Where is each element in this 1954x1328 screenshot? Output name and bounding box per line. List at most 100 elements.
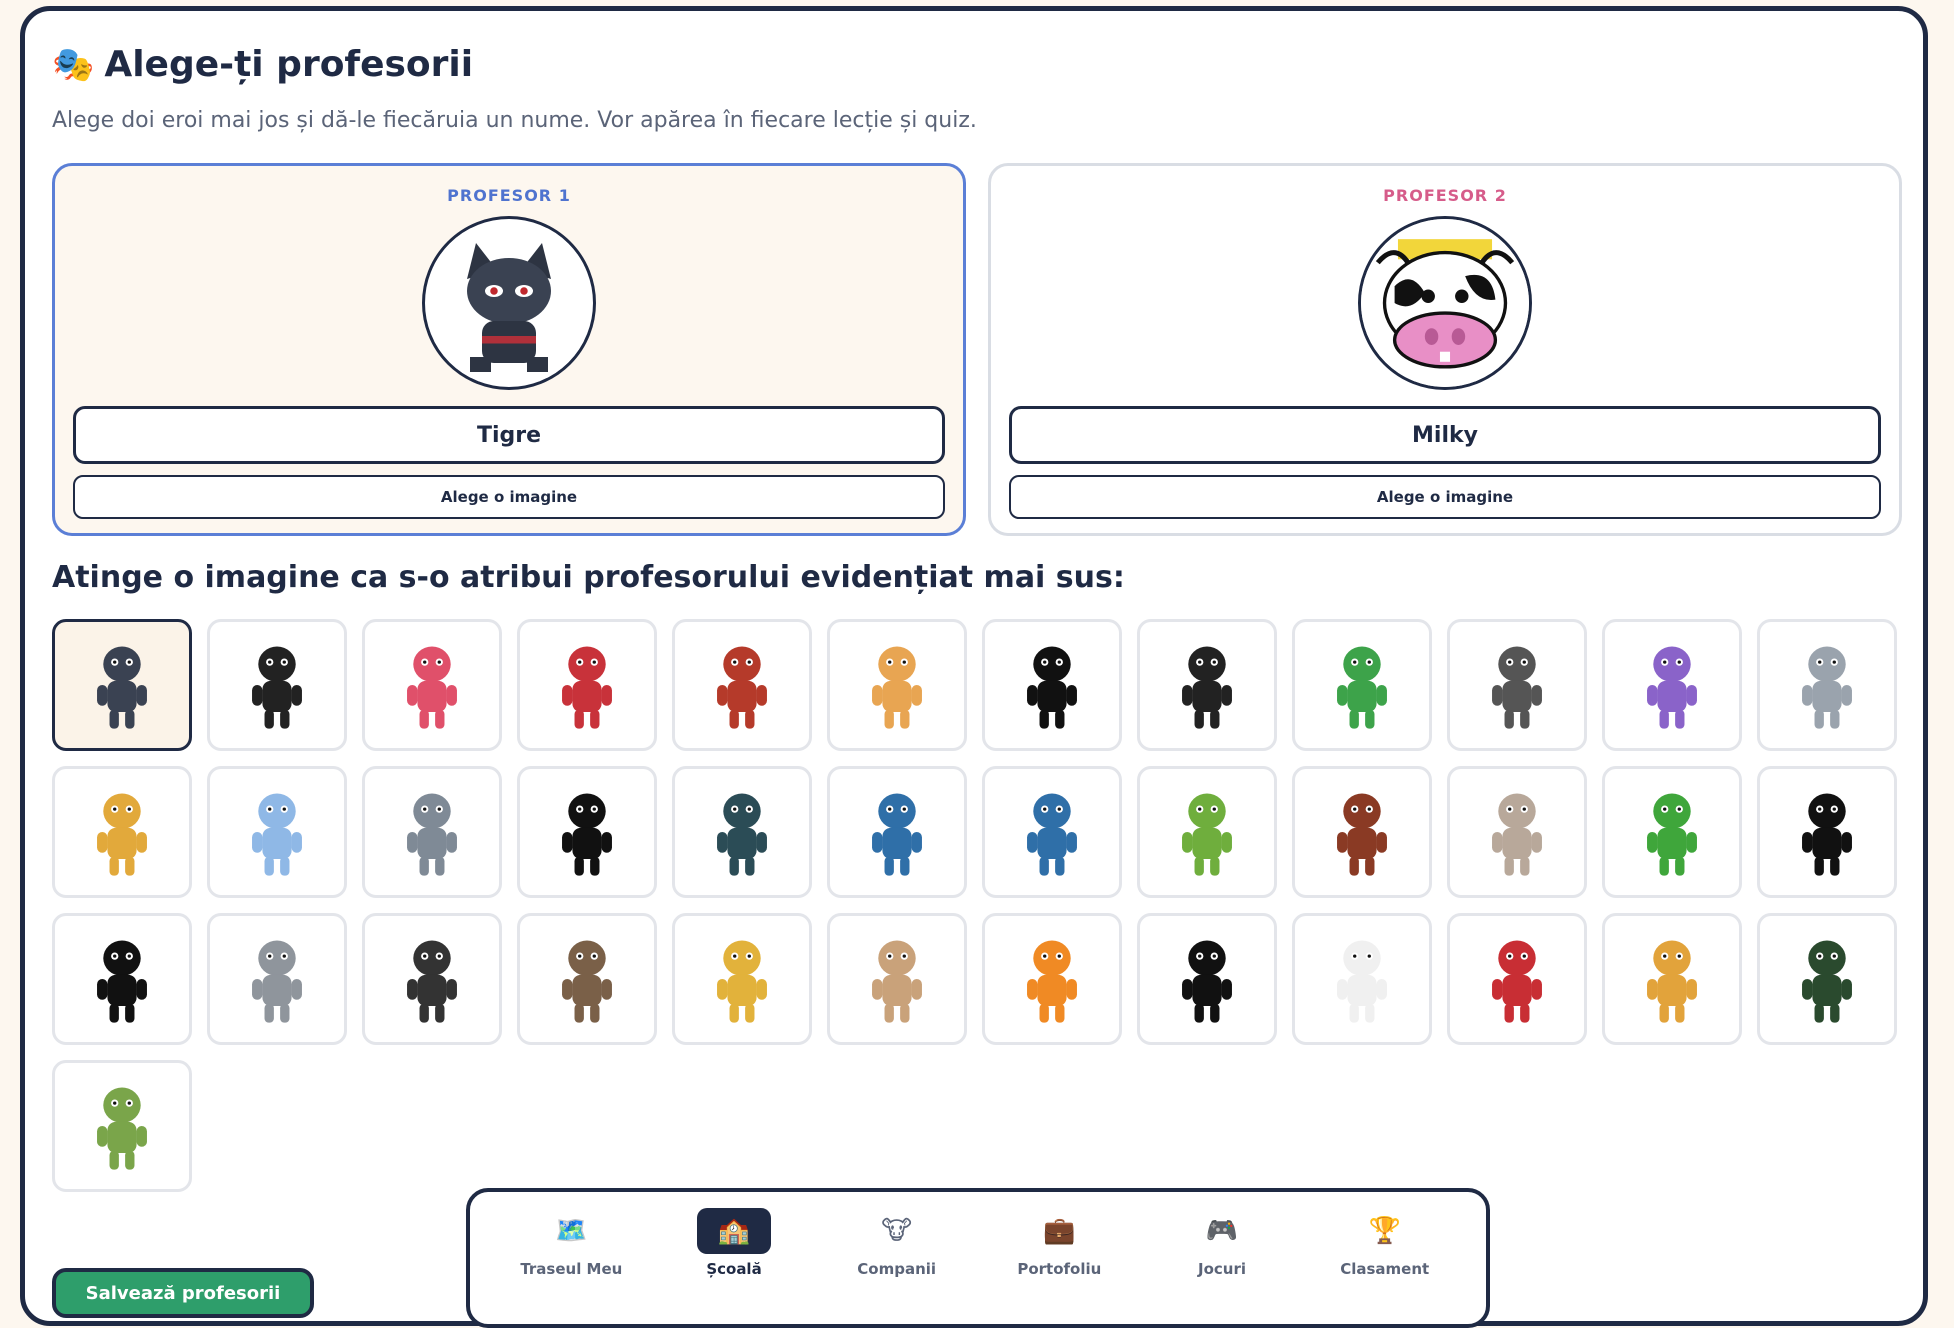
teacher-1-avatar[interactable] <box>422 216 596 390</box>
teacher-card-2[interactable]: PROFESOR 2 Alege o imagine <box>988 163 1902 536</box>
nav-icon-4: 🎮 <box>1205 1216 1239 1246</box>
character-grid <box>52 619 1904 1192</box>
bear-footballer-icon <box>562 646 612 729</box>
teacher-2-avatar[interactable] <box>1358 216 1532 390</box>
teacher-1-pick-image-button[interactable]: Alege o imagine <box>73 475 945 519</box>
character-tile-blue-elephant[interactable] <box>207 766 347 898</box>
nav-icon-0: 🗺️ <box>555 1216 588 1246</box>
ninja-cat-icon <box>97 646 147 729</box>
character-tile-sombrero-dog[interactable] <box>1292 913 1432 1045</box>
nav-label-3: Portofoliu <box>1017 1260 1102 1278</box>
blue-elephant-icon <box>252 793 302 876</box>
nav-icon-1: 🏫 <box>697 1208 771 1254</box>
teacher-2-name-input[interactable] <box>1009 406 1881 464</box>
pink-blob-monster-icon <box>407 646 457 729</box>
character-tile-blue-whale-monster[interactable] <box>827 766 967 898</box>
green-monster-icon <box>1647 793 1697 876</box>
page-title-text: Alege-ți profesorii <box>104 44 474 85</box>
rhino-icon <box>252 940 302 1023</box>
character-tile-sloth-footballer[interactable] <box>672 913 812 1045</box>
nav-item-4[interactable]: 🎮 Jocuri <box>1141 1192 1304 1324</box>
dark-helmet-knight-icon <box>1182 646 1232 729</box>
frog-icon <box>1182 793 1232 876</box>
character-tile-angler-fish[interactable] <box>982 766 1122 898</box>
character-tile-gorilla-gunman[interactable] <box>207 619 347 751</box>
character-tile-weightlifter[interactable] <box>1137 913 1277 1045</box>
bull-footballer-icon <box>717 646 767 729</box>
character-tile-gorilla-rose[interactable] <box>1447 619 1587 751</box>
grim-reaper-icon <box>97 940 147 1023</box>
yeti-icon <box>1492 793 1542 876</box>
teacher-card-1[interactable]: PROFESOR 1 Alege o imagine <box>52 163 966 536</box>
character-tile-bear-footballer[interactable] <box>517 619 657 751</box>
pug-footballer-icon <box>1492 940 1542 1023</box>
character-tile-sloth[interactable] <box>517 913 657 1045</box>
character-tile-rhino[interactable] <box>207 913 347 1045</box>
nav-icon-2: 🐮 <box>881 1216 913 1246</box>
character-tile-penguin-shark-hood[interactable] <box>1757 619 1897 751</box>
character-tile-bull-footballer[interactable] <box>672 619 812 751</box>
nav-label-1: Școală <box>706 1260 762 1278</box>
nav-label-5: Clasament <box>1340 1260 1430 1278</box>
nav-item-1[interactable]: 🏫 Școală <box>653 1192 816 1324</box>
character-tile-basketball-gorilla[interactable] <box>1292 766 1432 898</box>
cow-icon <box>1027 646 1077 729</box>
theater-masks-icon: 🎭 <box>52 44 95 85</box>
character-tile-karate-sloth[interactable] <box>827 913 967 1045</box>
character-tile-green-dinosaur[interactable] <box>1292 619 1432 751</box>
teacher-2-pick-image-button[interactable]: Alege o imagine <box>1009 475 1881 519</box>
skeleton-icon <box>407 940 457 1023</box>
elephant-footballer-icon <box>407 793 457 876</box>
character-tile-pink-blob-monster[interactable] <box>362 619 502 751</box>
teacher-1-label: PROFESOR 1 <box>447 186 571 205</box>
nav-label-2: Companii <box>857 1260 937 1278</box>
basketball-gorilla-icon <box>1337 793 1387 876</box>
character-tile-green-monster[interactable] <box>1602 766 1742 898</box>
character-tile-skeleton[interactable] <box>362 913 502 1045</box>
sloth-icon <box>562 940 612 1023</box>
character-tile-cow[interactable] <box>982 619 1122 751</box>
save-teachers-button[interactable]: Salvează profesorii <box>52 1268 314 1318</box>
character-tile-dark-helmet-knight[interactable] <box>1137 619 1277 751</box>
dog-footballer-icon <box>97 793 147 876</box>
page-subtitle: Alege doi eroi mai jos și dă-le fiecărui… <box>52 108 977 133</box>
mouse-silhouette-icon <box>562 793 612 876</box>
character-tile-grim-reaper[interactable] <box>52 913 192 1045</box>
teacher-1-name-input[interactable] <box>73 406 945 464</box>
nav-item-0[interactable]: 🗺️ Traseul Meu <box>490 1192 653 1324</box>
character-grid-title: Atinge o imagine ca s-o atribui profesor… <box>52 560 1125 595</box>
teacher-2-label: PROFESOR 2 <box>1383 186 1507 205</box>
character-tile-owl-professor[interactable] <box>827 619 967 751</box>
zombie-icon <box>97 1087 147 1170</box>
page-title: 🎭 Alege-ți profesorii <box>52 44 473 85</box>
ninja-cat-icon <box>434 228 584 378</box>
owl-professor-icon <box>872 646 922 729</box>
character-tile-zombie[interactable] <box>52 1060 192 1192</box>
character-tile-lion-footballer[interactable] <box>1602 913 1742 1045</box>
character-tile-yeti[interactable] <box>1447 766 1587 898</box>
nav-label-0: Traseul Meu <box>520 1260 623 1278</box>
character-tile-dog-footballer[interactable] <box>52 766 192 898</box>
character-tile-ninja-cat[interactable] <box>52 619 192 751</box>
penguin-shark-hood-icon <box>1802 646 1852 729</box>
blue-whale-monster-icon <box>872 793 922 876</box>
nav-icon-3: 💼 <box>1043 1216 1076 1246</box>
character-tile-pug-footballer[interactable] <box>1447 913 1587 1045</box>
nav-item-3[interactable]: 💼 Portofoliu <box>978 1192 1141 1324</box>
character-tile-fish[interactable] <box>672 766 812 898</box>
nav-item-5[interactable]: 🏆 Clasament <box>1303 1192 1466 1324</box>
character-tile-mouse-silhouette[interactable] <box>517 766 657 898</box>
cow-icon <box>1361 219 1529 387</box>
sloth-footballer-icon <box>717 940 767 1023</box>
character-tile-pirate-penguin[interactable] <box>1757 766 1897 898</box>
fish-icon <box>717 793 767 876</box>
character-tile-elephant-footballer[interactable] <box>362 766 502 898</box>
sombrero-dog-icon <box>1337 940 1387 1023</box>
character-tile-orange-dj[interactable] <box>982 913 1122 1045</box>
character-tile-eagle-footballer[interactable] <box>1757 913 1897 1045</box>
character-tile-purple-dragon[interactable] <box>1602 619 1742 751</box>
pirate-penguin-icon <box>1802 793 1852 876</box>
nav-item-2[interactable]: 🐮 Companii <box>815 1192 978 1324</box>
character-tile-frog[interactable] <box>1137 766 1277 898</box>
karate-sloth-icon <box>872 940 922 1023</box>
